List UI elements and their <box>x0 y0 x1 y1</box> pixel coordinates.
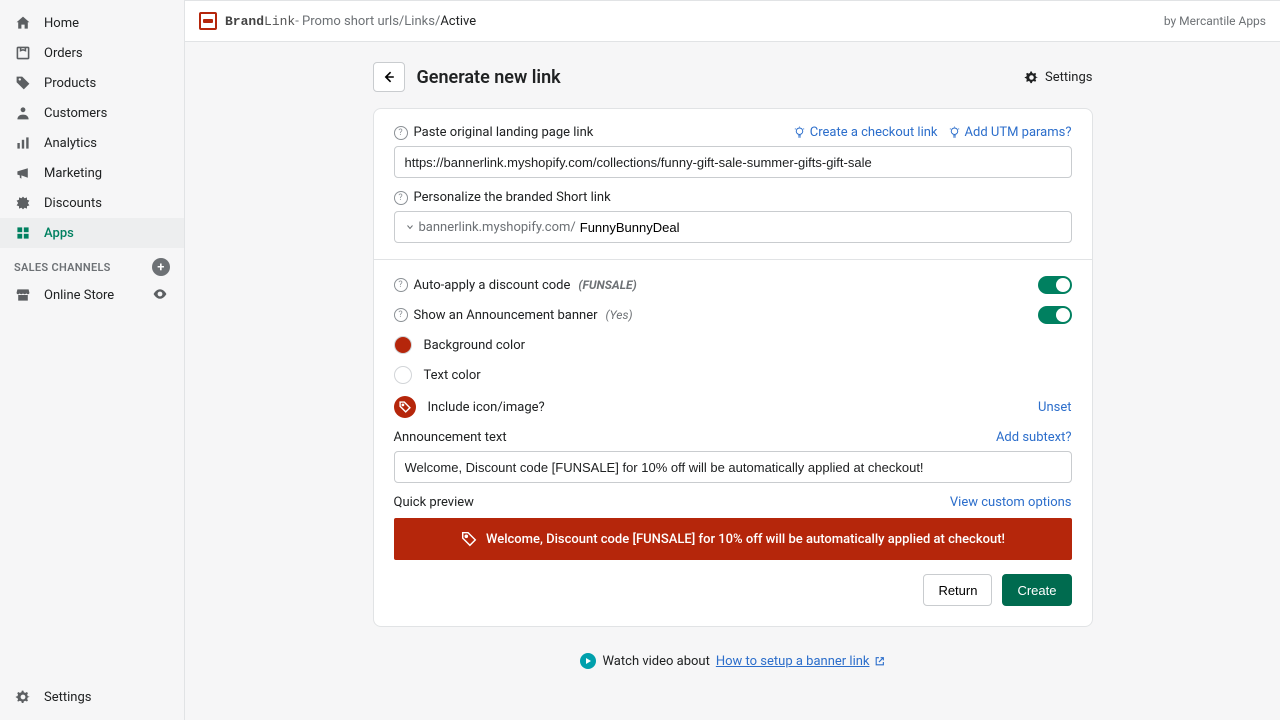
add-utm-link[interactable]: Add UTM params? <box>948 125 1072 140</box>
add-channel-button[interactable]: + <box>152 258 170 276</box>
nav-label: Discounts <box>44 196 102 211</box>
add-subtext-link[interactable]: Add subtext? <box>996 430 1072 445</box>
section-sales-channels: SALES CHANNELS + <box>0 248 184 280</box>
topbar: BrandLink - Promo short urls / Links / A… <box>185 0 1280 42</box>
megaphone-icon <box>14 164 32 182</box>
label-quick-preview: Quick preview <box>394 495 474 510</box>
nav-label: Orders <box>44 46 83 61</box>
help-icon[interactable]: ? <box>394 191 408 205</box>
label-include-icon: Include icon/image? <box>428 400 545 415</box>
nav-label: Home <box>44 16 79 31</box>
breadcrumb-links[interactable]: Links <box>404 14 435 29</box>
back-button[interactable] <box>373 62 405 92</box>
label-short-link: Personalize the branded Short link <box>414 190 611 205</box>
lightbulb-icon <box>948 126 961 139</box>
nav-products[interactable]: Products <box>0 68 184 98</box>
hint-announcement: (Yes) <box>606 308 633 322</box>
preview-banner: Welcome, Discount code [FUNSALE] for 10%… <box>394 518 1072 560</box>
announcement-text-input[interactable] <box>394 451 1072 483</box>
nav-label: Settings <box>44 690 91 705</box>
apps-icon <box>14 224 32 242</box>
label-announcement-text: Announcement text <box>394 430 507 445</box>
home-icon <box>14 14 32 32</box>
tag-icon <box>460 530 478 548</box>
store-icon <box>14 286 32 304</box>
nav-label: Apps <box>44 226 74 241</box>
return-button[interactable]: Return <box>923 574 992 606</box>
nav-apps[interactable]: Apps <box>0 218 184 248</box>
person-icon <box>14 104 32 122</box>
play-icon[interactable] <box>580 653 596 669</box>
icon-swatch[interactable] <box>394 396 416 418</box>
breadcrumb: BrandLink - Promo short urls / Links / A… <box>199 12 476 30</box>
nav-label: Products <box>44 76 96 91</box>
analytics-icon <box>14 134 32 152</box>
page-settings-link[interactable]: Settings <box>1024 70 1092 85</box>
gear-icon <box>14 688 32 706</box>
tag-icon <box>14 74 32 92</box>
short-link-prefix: bannerlink.myshopify.com/ <box>405 220 576 235</box>
external-icon <box>874 656 885 667</box>
gear-icon <box>1024 70 1039 85</box>
unset-link[interactable]: Unset <box>1038 400 1071 415</box>
label-original-url: Paste original landing page link <box>414 125 594 140</box>
eye-icon[interactable] <box>152 286 170 304</box>
create-checkout-link[interactable]: Create a checkout link <box>793 125 938 140</box>
nav-home[interactable]: Home <box>0 8 184 38</box>
background-color-swatch[interactable] <box>394 336 412 354</box>
lightbulb-icon <box>793 126 806 139</box>
label-announcement: Show an Announcement banner <box>414 308 598 323</box>
create-button[interactable]: Create <box>1002 574 1071 606</box>
breadcrumb-active: Active <box>440 14 476 29</box>
nav-marketing[interactable]: Marketing <box>0 158 184 188</box>
view-custom-options-link[interactable]: View custom options <box>950 495 1072 510</box>
nav-label: Customers <box>44 106 107 121</box>
form-card: ? Paste original landing page link Creat… <box>373 108 1093 627</box>
page-title: Generate new link <box>417 67 561 88</box>
label-bg-color: Background color <box>424 338 526 353</box>
short-link-slug-input[interactable] <box>580 220 1061 235</box>
sidebar: Home Orders Products Customers Analytics… <box>0 0 185 720</box>
nav-orders[interactable]: Orders <box>0 38 184 68</box>
toggle-auto-discount[interactable] <box>1038 276 1072 294</box>
help-icon[interactable]: ? <box>394 126 408 140</box>
video-help-line: Watch video about How to setup a banner … <box>580 653 884 669</box>
label-auto-discount: Auto-apply a discount code <box>414 278 571 293</box>
short-link-input-wrapper[interactable]: bannerlink.myshopify.com/ <box>394 211 1072 243</box>
nav-label: Analytics <box>44 136 97 151</box>
channel-online-store[interactable]: Online Store <box>0 280 184 310</box>
brand-logo <box>199 12 217 30</box>
discount-icon <box>14 194 32 212</box>
help-icon[interactable]: ? <box>394 308 408 322</box>
label-text-color: Text color <box>424 368 481 383</box>
text-color-swatch[interactable] <box>394 366 412 384</box>
nav-label: Marketing <box>44 166 102 181</box>
video-link[interactable]: How to setup a banner link <box>716 654 885 669</box>
nav-label: Online Store <box>44 288 140 303</box>
orders-icon <box>14 44 32 62</box>
by-line: by Mercantile Apps <box>1164 14 1266 28</box>
hint-auto-discount: (FUNSALE) <box>578 278 636 292</box>
nav-settings[interactable]: Settings <box>0 682 184 712</box>
nav-analytics[interactable]: Analytics <box>0 128 184 158</box>
nav-discounts[interactable]: Discounts <box>0 188 184 218</box>
help-icon[interactable]: ? <box>394 278 408 292</box>
toggle-announcement[interactable] <box>1038 306 1072 324</box>
nav-customers[interactable]: Customers <box>0 98 184 128</box>
original-url-input[interactable] <box>394 146 1072 178</box>
